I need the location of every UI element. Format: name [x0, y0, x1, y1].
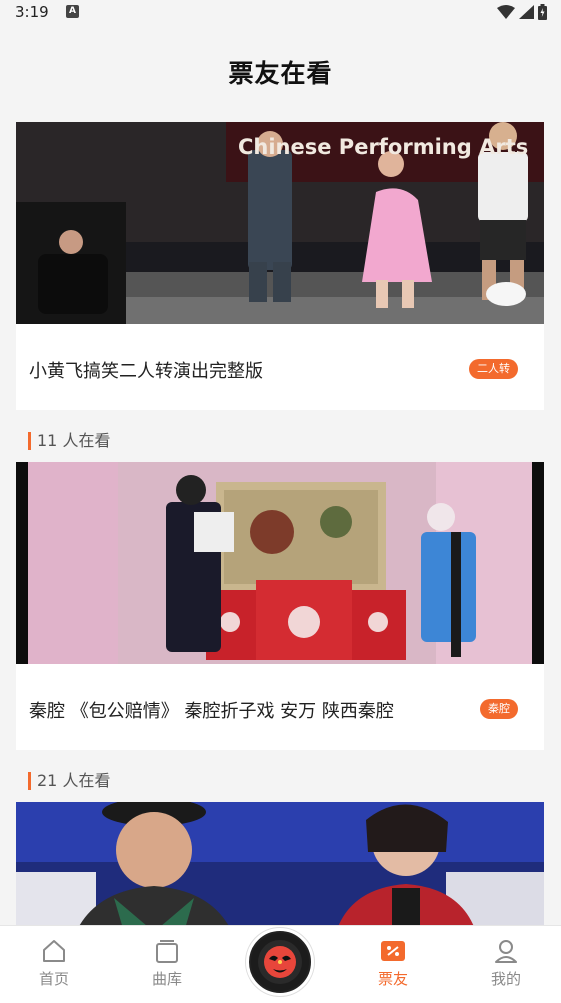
video-title: 小黄飞搞笑二人转演出完整版: [29, 361, 263, 382]
battery-icon: [538, 4, 547, 20]
tab-library[interactable]: 曲库: [127, 938, 207, 989]
viewer-count: 21 人在看: [28, 772, 110, 790]
video-thumbnail[interactable]: [16, 462, 544, 664]
viewer-count: 11 人在看: [28, 432, 110, 450]
banner-text: Chinese Performing Arts: [238, 135, 528, 159]
notification-icon: A: [66, 5, 79, 18]
center-record-button[interactable]: [246, 928, 314, 996]
opera-performance-thumbnail: [16, 462, 544, 664]
video-card[interactable]: 秦腔 《包公赔情》 秦腔折子戏 安万 陕西秦腔 秦腔: [16, 462, 544, 750]
tab-label: 曲库: [151, 970, 182, 988]
video-card[interactable]: [16, 802, 544, 932]
video-thumbnail[interactable]: [16, 802, 544, 932]
stage-performance-thumbnail: Chinese Performing Arts: [16, 122, 544, 324]
page-title: 票友在看: [228, 59, 333, 88]
category-tag[interactable]: 二人转: [469, 359, 518, 379]
profile-icon: [495, 940, 517, 963]
tv-show-thumbnail: [16, 802, 544, 932]
tab-home[interactable]: 首页: [14, 938, 94, 989]
status-indicators: [497, 3, 547, 21]
video-info[interactable]: 小黄飞搞笑二人转演出完整版 二人转: [16, 324, 544, 410]
ticket-icon: [381, 941, 405, 961]
video-feed[interactable]: Chinese Performing Arts 小黄飞搞笑二人转演出完整版 二人…: [16, 122, 544, 932]
video-title: 秦腔 《包公赔情》 秦腔折子戏 安万 陕西秦腔: [29, 701, 394, 722]
wifi-icon: [497, 5, 515, 19]
tab-piaoyou[interactable]: 票友: [353, 938, 433, 989]
video-info[interactable]: 秦腔 《包公赔情》 秦腔折子戏 安万 陕西秦腔 秦腔: [16, 664, 544, 750]
library-icon: [156, 940, 178, 963]
video-card[interactable]: Chinese Performing Arts 小黄飞搞笑二人转演出完整版 二人…: [16, 122, 544, 410]
tab-label: 票友: [377, 970, 408, 988]
viewer-count-row: 11 人在看: [16, 410, 544, 462]
tab-profile[interactable]: 我的: [466, 938, 546, 989]
status-bar: 3:19 A: [0, 0, 561, 26]
tab-label: 我的: [490, 970, 521, 988]
home-icon: [43, 940, 65, 962]
status-time: 3:19: [15, 3, 49, 21]
video-thumbnail[interactable]: Chinese Performing Arts: [16, 122, 544, 324]
signal-icon: [519, 5, 534, 19]
opera-mask-record-icon: [251, 933, 309, 991]
category-tag[interactable]: 秦腔: [480, 699, 518, 719]
tab-label: 首页: [38, 970, 69, 988]
viewer-count-row: 21 人在看: [16, 750, 544, 802]
